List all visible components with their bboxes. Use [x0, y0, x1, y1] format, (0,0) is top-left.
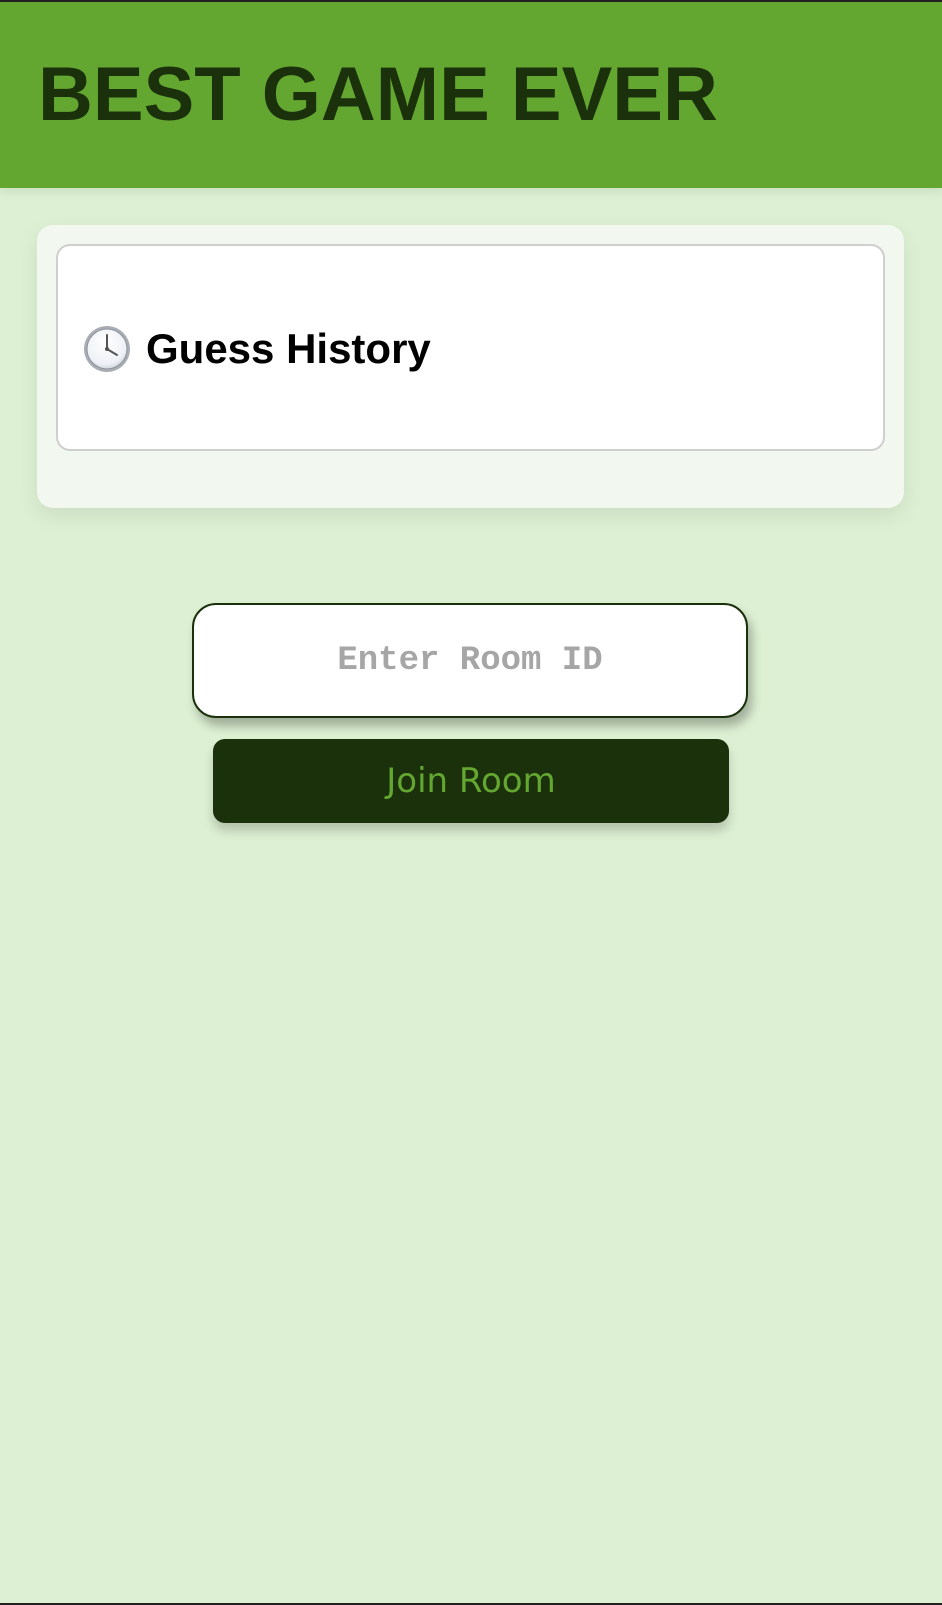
guess-history-heading: Guess History: [82, 324, 431, 374]
guess-history-title: Guess History: [146, 325, 431, 372]
clock-icon: [82, 324, 132, 374]
guess-history-panel: Guess History: [37, 225, 904, 508]
app-header: BEST GAME EVER: [0, 2, 942, 188]
app-title: BEST GAME EVER: [38, 52, 718, 137]
join-room-button[interactable]: Join Room: [213, 739, 729, 823]
room-id-input[interactable]: [192, 603, 748, 718]
guess-history-card: Guess History: [56, 244, 885, 451]
